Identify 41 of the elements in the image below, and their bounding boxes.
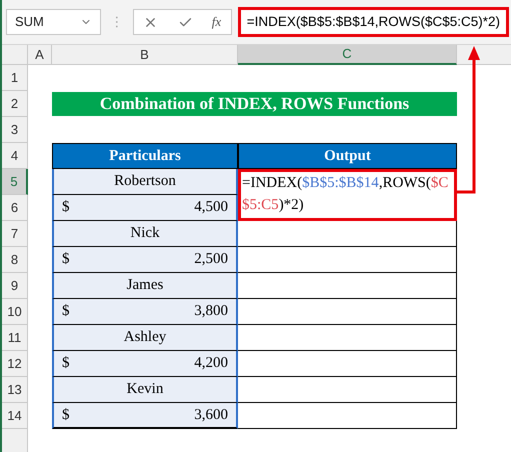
row-header[interactable]: 12	[2, 351, 28, 377]
row-header[interactable]: 9	[2, 273, 28, 299]
row-header[interactable]: 1	[2, 65, 28, 91]
row-header[interactable]: 4	[2, 143, 28, 169]
currency-symbol: $	[62, 250, 70, 270]
row-header[interactable]: 6	[2, 195, 28, 221]
formula-input[interactable]: =INDEX($B$5:$B$14,ROWS($C$5:C5)*2)	[238, 7, 510, 37]
amount-value: 4,200	[194, 354, 228, 374]
column-header[interactable]: C	[238, 45, 457, 65]
table-header-cell: Particulars	[52, 143, 238, 169]
currency-symbol: $	[62, 354, 70, 374]
row-header[interactable]: 3	[2, 117, 28, 143]
insert-function-button[interactable]: fx	[212, 12, 222, 32]
formula-cell[interactable]: =INDEX($B$5:$B$14,ROWS($C$5:C5)*2)	[238, 169, 457, 221]
amount-value: 3,600	[194, 406, 228, 425]
currency-symbol: $	[62, 198, 70, 218]
amount-value: 3,800	[194, 302, 228, 322]
table-header-cell: Output	[238, 143, 457, 169]
table-cell: Nick	[52, 221, 238, 247]
row-header[interactable]: 5	[2, 169, 28, 195]
amount-value: 2,500	[194, 250, 228, 270]
amount-value: 4,500	[194, 198, 228, 218]
row-header[interactable]: 11	[2, 325, 28, 351]
table-cell: Kevin	[52, 377, 238, 403]
row-header[interactable]: 13	[2, 377, 28, 403]
row-header[interactable]: 8	[2, 247, 28, 273]
table-cell: James	[52, 273, 238, 299]
table-cell: Robertson	[52, 169, 238, 195]
column-header[interactable]	[457, 45, 511, 65]
drag-handle-icon	[115, 15, 119, 29]
name-box[interactable]: SUM	[6, 9, 102, 35]
table-cell: Ashley	[52, 325, 238, 351]
column-header[interactable]: A	[28, 45, 52, 65]
currency-symbol: $	[62, 406, 70, 425]
row-header[interactable]: 10	[2, 299, 28, 325]
row-header[interactable]: 2	[2, 91, 28, 117]
column-header[interactable]: B	[52, 45, 238, 65]
row-header[interactable]: 7	[2, 221, 28, 247]
title-banner: Combination of INDEX, ROWS Functions	[52, 92, 457, 116]
row-header[interactable]: 14	[2, 403, 28, 429]
currency-symbol: $	[62, 302, 70, 322]
